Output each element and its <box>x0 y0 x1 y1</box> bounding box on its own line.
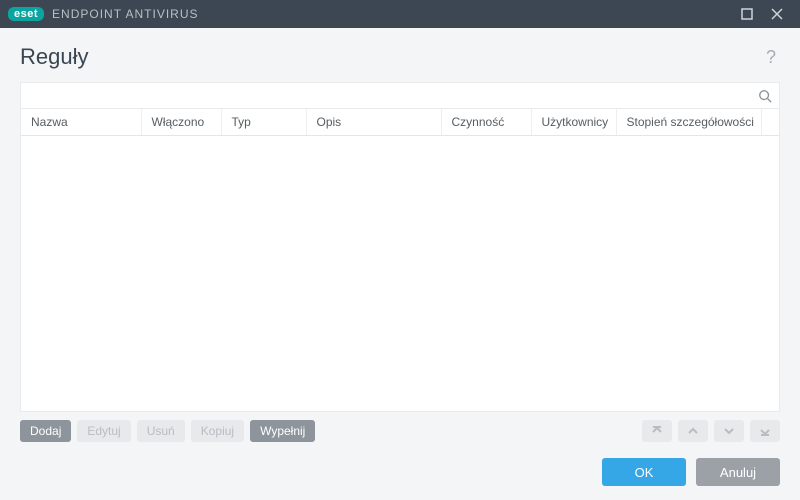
rules-table: Nazwa Włączono Typ Opis Czynność Użytkow… <box>21 109 779 136</box>
footer: OK Anuluj <box>20 442 780 486</box>
col-extra <box>761 109 779 136</box>
table-header-row: Nazwa Włączono Typ Opis Czynność Użytkow… <box>21 109 779 136</box>
move-up-button <box>678 420 708 442</box>
col-name[interactable]: Nazwa <box>21 109 141 136</box>
copy-button: Kopiuj <box>191 420 244 442</box>
titlebar: eset ENDPOINT ANTIVIRUS <box>0 0 800 28</box>
rules-panel: Nazwa Włączono Typ Opis Czynność Użytkow… <box>20 82 780 412</box>
minimize-button[interactable] <box>732 0 762 28</box>
col-severity[interactable]: Stopień szczegółowości <box>616 109 761 136</box>
add-button[interactable]: Dodaj <box>20 420 71 442</box>
col-enabled[interactable]: Włączono <box>141 109 221 136</box>
move-down-button <box>714 420 744 442</box>
search-row <box>21 83 779 109</box>
move-top-button <box>642 420 672 442</box>
help-icon[interactable]: ? <box>766 47 780 68</box>
close-button[interactable] <box>762 0 792 28</box>
product-name: ENDPOINT ANTIVIRUS <box>52 7 198 21</box>
brand-logo: eset <box>8 7 44 21</box>
col-type[interactable]: Typ <box>221 109 306 136</box>
table-wrap[interactable]: Nazwa Włączono Typ Opis Czynność Użytkow… <box>21 109 779 411</box>
toolbar: Dodaj Edytuj Usuń Kopiuj Wypełnij <box>20 412 780 442</box>
page-title: Reguły <box>20 44 88 70</box>
header-row: Reguły ? <box>20 44 780 70</box>
content-area: Reguły ? Nazwa Włączono Typ <box>0 28 800 500</box>
edit-button: Edytuj <box>77 420 130 442</box>
search-input[interactable] <box>27 83 757 108</box>
delete-button: Usuń <box>137 420 185 442</box>
populate-button[interactable]: Wypełnij <box>250 420 315 442</box>
move-bottom-button <box>750 420 780 442</box>
ok-button[interactable]: OK <box>602 458 686 486</box>
cancel-button[interactable]: Anuluj <box>696 458 780 486</box>
col-action[interactable]: Czynność <box>441 109 531 136</box>
col-description[interactable]: Opis <box>306 109 441 136</box>
col-users[interactable]: Użytkownicy <box>531 109 616 136</box>
search-icon[interactable] <box>757 88 773 104</box>
